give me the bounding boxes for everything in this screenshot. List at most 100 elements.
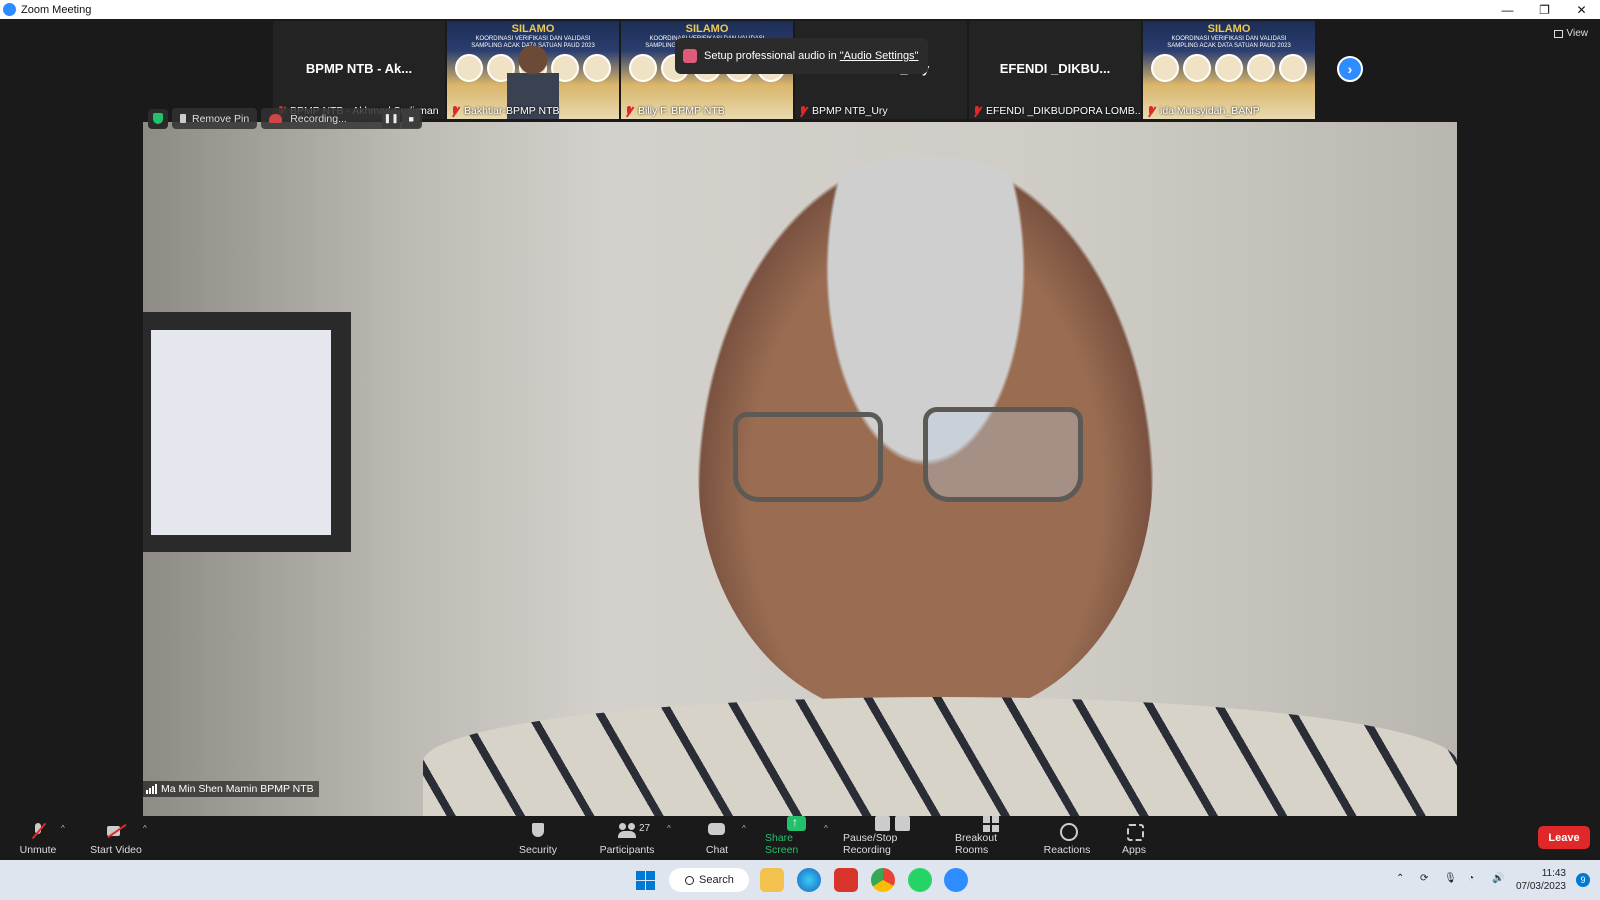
microphone-icon[interactable]: 🎙	[1444, 873, 1460, 887]
chevron-right-icon: ›	[1347, 61, 1353, 77]
encryption-shield-icon[interactable]	[148, 108, 168, 129]
participant-label: EFENDI _DIKBUDPORA LOMB...	[972, 104, 1140, 118]
reactions-button[interactable]: Reactions	[1042, 816, 1092, 860]
view-label: View	[1566, 28, 1589, 39]
audio-settings-tooltip: Setup professional audio in "Audio Setti…	[675, 38, 928, 74]
remove-pin-label: Remove Pin	[192, 112, 250, 125]
participant-tile[interactable]: BPMP NTB - Ak... BPMP NTB - Akhmad Sudir…	[273, 21, 445, 119]
participant-tile[interactable]: SILAMO KOORDINASI VERIFIKASI DAN VALIDAS…	[447, 21, 619, 119]
video-options-caret[interactable]: ^	[143, 824, 147, 833]
share-screen-icon	[787, 815, 806, 831]
wall-frame	[143, 312, 351, 552]
chat-options-caret[interactable]: ^	[742, 824, 746, 833]
chrome-browser-icon[interactable]	[871, 868, 895, 892]
window-controls: — ❐ ✕	[1489, 0, 1600, 19]
chevron-up-icon[interactable]: ⌃	[1396, 873, 1412, 887]
chat-label: Chat	[705, 844, 729, 856]
remove-pin-button[interactable]: Remove Pin	[172, 108, 258, 129]
shield-icon	[529, 823, 547, 839]
participant-tile[interactable]: SILAMO KOORDINASI VERIFIKASI DAN VALIDAS…	[1143, 21, 1315, 119]
poster-subtitle: KOORDINASI VERIFIKASI DAN VALIDASI SAMPL…	[1167, 36, 1291, 49]
breakout-rooms-label: Breakout Rooms	[955, 832, 998, 856]
system-tray: ⌃ ⟳ 🎙 ◔ 🔊 11:43 07/03/2023 9	[1396, 860, 1600, 900]
stop-recording-button[interactable]: ■	[402, 109, 421, 128]
next-page-button[interactable]: ›	[1337, 56, 1363, 82]
clock-date: 07/03/2023	[1515, 881, 1566, 892]
cloud-record-icon	[269, 114, 283, 123]
whatsapp-icon[interactable]	[908, 868, 932, 892]
speaker-name-label: Ma Min Shen Mamin BPMP NTB	[143, 781, 319, 797]
taskbar-clock[interactable]: 11:43 07/03/2023	[1516, 867, 1566, 893]
wifi-icon[interactable]: ◔	[1468, 873, 1484, 887]
view-button[interactable]: View	[1553, 28, 1589, 39]
unmute-label: Unmute	[19, 844, 57, 856]
tooltip-text: Setup professional audio in	[704, 50, 837, 62]
leave-button[interactable]: Leave	[1538, 826, 1590, 849]
start-video-button[interactable]: Start Video	[88, 816, 144, 860]
meeting-toolbar: Unmute ^ Start Video ^ Security Particip…	[0, 815, 1600, 860]
taskbar-search[interactable]: Search	[669, 868, 749, 892]
meeting-area: BPMP NTB - Ak... BPMP NTB - Akhmad Sudir…	[0, 19, 1600, 816]
active-speaker-video	[143, 122, 1457, 816]
participant-label: BPMP NTB_Ury	[798, 104, 888, 118]
participant-count-badge: 27	[639, 823, 651, 834]
speaker-shirt	[423, 697, 1457, 816]
file-explorer-icon[interactable]	[760, 868, 784, 892]
search-icon	[685, 875, 694, 885]
wps-office-icon[interactable]	[834, 868, 858, 892]
pause-stop-recording-label: Pause/Stop Recording	[843, 832, 898, 856]
close-button[interactable]: ✕	[1563, 0, 1600, 19]
apps-label: Apps	[1122, 844, 1146, 856]
participant-label: Billy F. BPMP NTB	[624, 104, 725, 118]
breakout-rooms-button[interactable]: Breakout Rooms	[955, 816, 1027, 860]
smiley-icon	[1058, 823, 1078, 841]
chat-bubble-icon	[708, 823, 726, 839]
audio-settings-link[interactable]: "Audio Settings"	[840, 50, 919, 62]
notification-badge[interactable]: 9	[1576, 873, 1590, 887]
restore-button[interactable]: ❐	[1526, 0, 1563, 19]
muted-mic-icon	[798, 105, 808, 117]
participant-display-name: BPMP NTB - Ak...	[305, 61, 413, 76]
speaker-volume-icon[interactable]: 🔊	[1492, 873, 1508, 887]
participant-label: ida Mursyidah_BANP	[1146, 104, 1260, 118]
recording-label: Recording...	[290, 112, 347, 125]
share-options-caret[interactable]: ^	[824, 824, 828, 833]
muted-mic-icon	[450, 105, 460, 117]
speaker-glasses	[923, 407, 1083, 502]
video-overlay-controls: Remove Pin Recording... ❚❚ ■	[148, 108, 423, 129]
sync-icon[interactable]: ⟳	[1420, 873, 1436, 887]
muted-mic-icon	[1146, 105, 1156, 117]
apps-button[interactable]: Apps	[1120, 816, 1148, 860]
music-note-icon	[683, 49, 697, 63]
audio-options-caret[interactable]: ^	[61, 824, 65, 833]
zoom-taskbar-icon[interactable]	[944, 868, 968, 892]
pause-recording-button[interactable]: ❚❚	[382, 109, 401, 128]
apps-icon	[1125, 823, 1144, 841]
minimize-button[interactable]: —	[1489, 0, 1526, 19]
search-label: Search	[699, 874, 734, 886]
muted-mic-icon	[29, 823, 47, 839]
windows-start-icon[interactable]	[636, 871, 655, 890]
pause-stop-recording-button[interactable]: Pause/Stop Recording	[843, 816, 943, 860]
unmute-button[interactable]: Unmute	[17, 816, 59, 860]
participants-options-caret[interactable]: ^	[667, 824, 671, 833]
chat-button[interactable]: Chat	[697, 816, 737, 860]
window-title: Zoom Meeting	[21, 3, 92, 16]
window-title-bar: Zoom Meeting — ❐ ✕	[0, 0, 1600, 19]
security-button[interactable]: Security	[513, 816, 563, 860]
participant-tile[interactable]: EFENDI _DIKBU... EFENDI _DIKBUDPORA LOMB…	[969, 21, 1141, 119]
recording-indicator: Recording... ❚❚ ■	[261, 108, 423, 129]
speaker-glasses	[733, 412, 883, 502]
share-screen-button[interactable]: Share Screen	[765, 815, 827, 860]
start-video-label: Start Video	[90, 844, 142, 856]
share-screen-label: Share Screen	[765, 832, 799, 856]
video-off-icon	[107, 823, 125, 839]
view-icon	[1553, 29, 1563, 38]
speaker-name: Ma Min Shen Mamin BPMP NTB	[161, 783, 314, 795]
edge-browser-icon[interactable]	[797, 868, 821, 892]
zoom-app-icon	[3, 3, 16, 16]
poster-faces	[1151, 54, 1307, 82]
security-label: Security	[519, 844, 557, 856]
os-taskbar: Search ⌃ ⟳ 🎙 ◔ 🔊 11:43 07/03/2023 9	[0, 860, 1600, 900]
participant-name: Billy F. BPMP NTB	[638, 105, 725, 117]
